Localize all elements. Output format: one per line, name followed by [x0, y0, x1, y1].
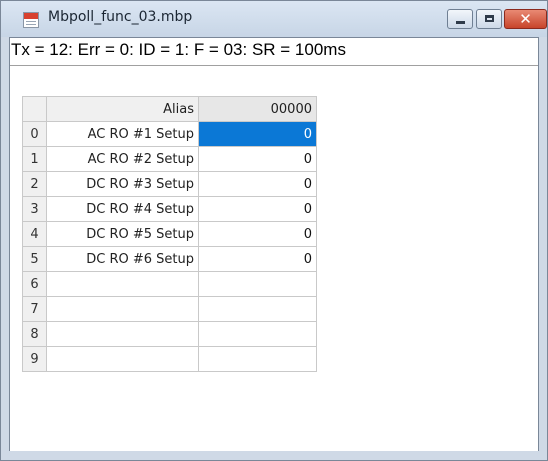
value-cell[interactable]: 0 — [198, 221, 317, 247]
value-cell[interactable]: 0 — [198, 196, 317, 222]
close-button[interactable]: ✕ — [504, 9, 547, 29]
table-row: 3 DC RO #4 Setup 0 — [22, 196, 317, 222]
table-row: 6 — [22, 271, 317, 297]
value-cell[interactable]: 0 — [198, 171, 317, 197]
document-icon — [23, 12, 39, 28]
row-header[interactable]: 4 — [22, 221, 47, 247]
register-grid: Alias 00000 0 AC RO #1 Setup 0 1 AC RO #… — [22, 96, 317, 372]
column-header-alias[interactable]: Alias — [46, 96, 199, 122]
alias-cell[interactable] — [46, 346, 199, 372]
row-header[interactable]: 9 — [22, 346, 47, 372]
table-row: 7 — [22, 296, 317, 322]
close-icon: ✕ — [519, 10, 532, 28]
table-row: 8 — [22, 321, 317, 347]
row-header[interactable]: 8 — [22, 321, 47, 347]
row-header[interactable]: 5 — [22, 246, 47, 272]
alias-cell[interactable]: AC RO #2 Setup — [46, 146, 199, 172]
maximize-button[interactable] — [476, 9, 502, 29]
value-cell[interactable]: 0 — [198, 246, 317, 272]
grid-area: Alias 00000 0 AC RO #1 Setup 0 1 AC RO #… — [10, 65, 538, 451]
alias-cell[interactable] — [46, 296, 199, 322]
row-header[interactable]: 0 — [22, 121, 47, 147]
table-row: 1 AC RO #2 Setup 0 — [22, 146, 317, 172]
column-header-register[interactable]: 00000 — [198, 96, 317, 122]
status-line: Tx = 12: Err = 0: ID = 1: F = 03: SR = 1… — [11, 40, 346, 59]
value-cell[interactable] — [198, 271, 317, 297]
maximize-icon — [485, 15, 494, 22]
table-row: 4 DC RO #5 Setup 0 — [22, 221, 317, 247]
table-row: 0 AC RO #1 Setup 0 — [22, 121, 317, 147]
table-row: 2 DC RO #3 Setup 0 — [22, 171, 317, 197]
value-cell[interactable] — [198, 346, 317, 372]
grid-header-row: Alias 00000 — [22, 96, 317, 122]
minimize-button[interactable] — [447, 9, 473, 29]
alias-cell[interactable]: AC RO #1 Setup — [46, 121, 199, 147]
value-cell[interactable]: 0 — [198, 146, 317, 172]
alias-cell[interactable]: DC RO #5 Setup — [46, 221, 199, 247]
app-window: Mbpoll_func_03.mbp ✕ Tx = 12: Err = 0: I… — [0, 0, 548, 461]
alias-cell[interactable] — [46, 321, 199, 347]
row-header[interactable]: 2 — [22, 171, 47, 197]
title-bar[interactable]: Mbpoll_func_03.mbp ✕ — [1, 1, 547, 37]
grid-corner — [22, 96, 47, 122]
row-header[interactable]: 7 — [22, 296, 47, 322]
alias-cell[interactable]: DC RO #4 Setup — [46, 196, 199, 222]
value-cell-selected[interactable]: 0 — [198, 121, 317, 147]
row-header[interactable]: 3 — [22, 196, 47, 222]
row-header[interactable]: 6 — [22, 271, 47, 297]
row-header[interactable]: 1 — [22, 146, 47, 172]
alias-cell[interactable]: DC RO #6 Setup — [46, 246, 199, 272]
window-title: Mbpoll_func_03.mbp — [48, 9, 193, 25]
value-cell[interactable] — [198, 321, 317, 347]
alias-cell[interactable]: DC RO #3 Setup — [46, 171, 199, 197]
minimize-icon — [456, 21, 465, 24]
table-row: 9 — [22, 346, 317, 372]
value-cell[interactable] — [198, 296, 317, 322]
alias-cell[interactable] — [46, 271, 199, 297]
table-row: 5 DC RO #6 Setup 0 — [22, 246, 317, 272]
